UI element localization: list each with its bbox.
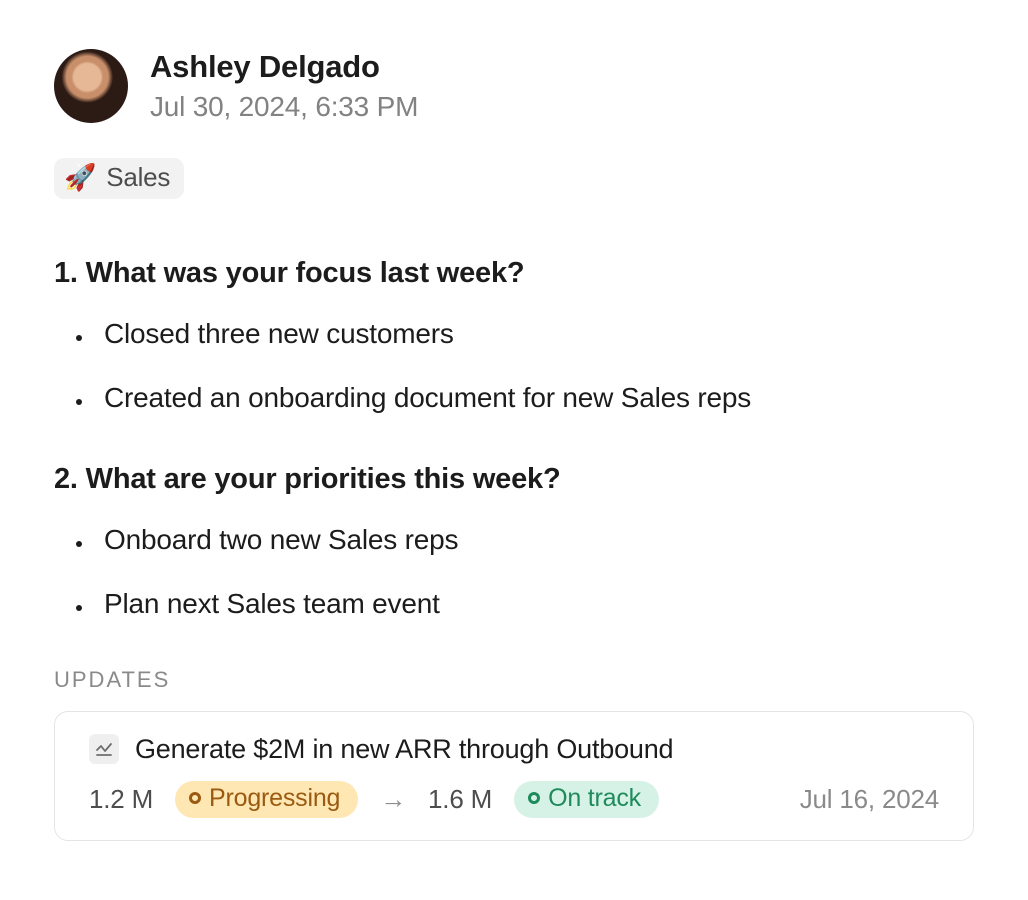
status-ring-icon	[189, 792, 201, 804]
question-title: 1. What was your focus last week?	[54, 257, 974, 290]
status-badge-ontrack: On track	[514, 781, 659, 818]
update-date: Jul 16, 2024	[800, 784, 939, 815]
arrow-right-icon: →	[380, 784, 406, 815]
post-header: Ashley Delgado Jul 30, 2024, 6:33 PM	[54, 48, 974, 124]
post-timestamp: Jul 30, 2024, 6:33 PM	[150, 89, 418, 124]
list-item: Plan next Sales team event	[94, 586, 974, 622]
chart-icon	[89, 734, 119, 764]
metric-from: 1.2 M	[89, 784, 153, 815]
tag-label: Sales	[106, 162, 170, 193]
author-name[interactable]: Ashley Delgado	[150, 48, 418, 87]
avatar[interactable]	[54, 49, 128, 123]
header-text: Ashley Delgado Jul 30, 2024, 6:33 PM	[150, 48, 418, 124]
updates-section-label: UPDATES	[54, 667, 974, 693]
question-block-1: 1. What was your focus last week? Closed…	[54, 257, 974, 417]
update-title: Generate $2M in new ARR through Outbound	[135, 734, 673, 765]
update-card[interactable]: Generate $2M in new ARR through Outbound…	[54, 711, 974, 841]
status-badge-progressing: Progressing	[175, 781, 358, 818]
update-title-row: Generate $2M in new ARR through Outbound	[89, 734, 939, 765]
list-item: Created an onboarding document for new S…	[94, 380, 974, 416]
status-label: Progressing	[209, 784, 340, 813]
question-block-2: 2. What are your priorities this week? O…	[54, 463, 974, 623]
list-item: Onboard two new Sales reps	[94, 522, 974, 558]
answer-list: Closed three new customers Created an on…	[54, 316, 974, 417]
status-ring-icon	[528, 792, 540, 804]
tag-row: 🚀 Sales	[54, 158, 974, 199]
rocket-icon: 🚀	[64, 162, 96, 193]
metric-to: 1.6 M	[428, 784, 492, 815]
tag-sales[interactable]: 🚀 Sales	[54, 158, 184, 199]
status-label: On track	[548, 784, 641, 813]
answer-list: Onboard two new Sales reps Plan next Sal…	[54, 522, 974, 623]
update-status-row: 1.2 M Progressing → 1.6 M On track Jul 1…	[89, 781, 939, 818]
question-title: 2. What are your priorities this week?	[54, 463, 974, 496]
list-item: Closed three new customers	[94, 316, 974, 352]
